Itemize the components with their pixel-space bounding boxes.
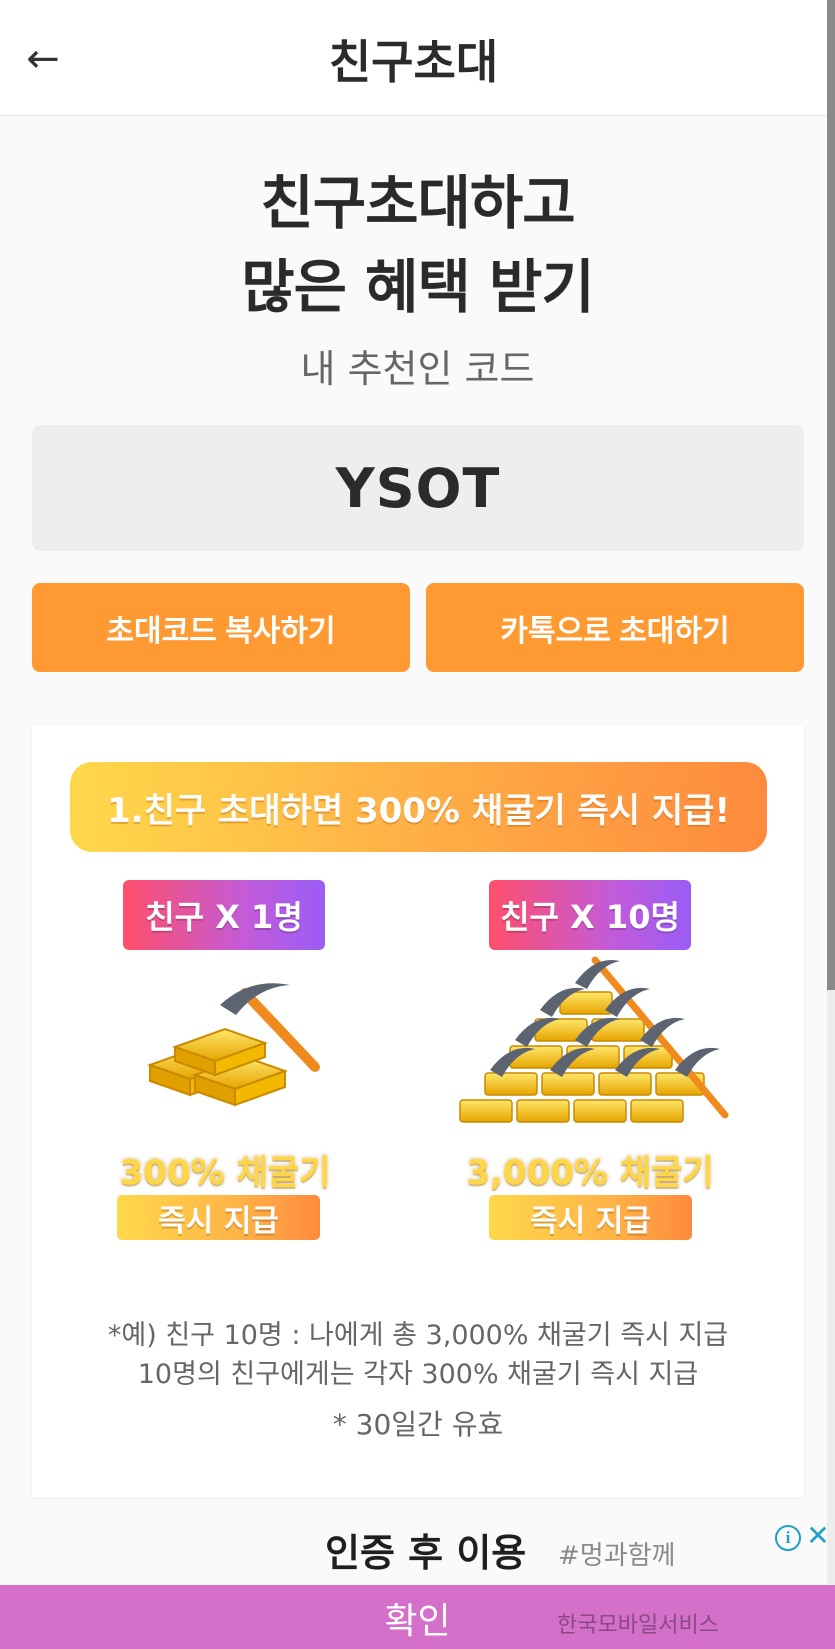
ad-info-icon[interactable]: i bbox=[775, 1525, 801, 1551]
page-title: 친구초대 bbox=[328, 35, 499, 89]
benefit-note-friends: 10명의 친구에게는 각자 300% 채굴기 즉시 지급 bbox=[137, 1359, 699, 1390]
ad-close-icon[interactable]: ✕ bbox=[804, 1521, 832, 1551]
tier-10-payout-badge: 즉시 지급 bbox=[489, 1195, 692, 1240]
ad-title[interactable]: 인증 후 이용 bbox=[325, 1522, 526, 1577]
hero-title-line2: 많은 혜택 받기 bbox=[241, 253, 595, 321]
gold-bars-pickaxe-icon bbox=[147, 983, 320, 1107]
app-header: ← 친구초대 bbox=[0, 0, 827, 116]
tier-10-reward-amount: 3,000% 채굴기 bbox=[466, 1153, 714, 1193]
benefit-note-example: *예) 친구 10명 : 나에게 총 3,000% 채굴기 즉시 지급 bbox=[107, 1320, 729, 1351]
referral-code-box[interactable]: YSOT bbox=[32, 425, 804, 551]
benefit-note-validity: * 30일간 유효 bbox=[332, 1408, 504, 1441]
ad-company-name: 한국모바일서비스 bbox=[557, 1613, 719, 1638]
tier-1-payout-badge: 즉시 지급 bbox=[117, 1195, 320, 1240]
copy-invite-code-button[interactable]: 초대코드 복사하기 bbox=[32, 583, 410, 672]
tier-1-reward-amount: 300% 채굴기 bbox=[119, 1153, 331, 1193]
tier-1-friends-badge: 친구 X 1명 bbox=[123, 880, 325, 950]
kakao-invite-button[interactable]: 카톡으로 초대하기 bbox=[426, 583, 804, 672]
scrollbar-thumb[interactable] bbox=[827, 0, 835, 990]
ad-hashtag: #멍과함께 bbox=[558, 1541, 676, 1571]
hero-title-line1: 친구초대하고 bbox=[260, 169, 575, 237]
referral-code-label: 내 추천인 코드 bbox=[300, 347, 535, 391]
gold-pile-pickaxes-icon bbox=[459, 956, 729, 1123]
benefit-banner: 1.친구 초대하면 300% 채굴기 즉시 지급! bbox=[70, 762, 767, 852]
tier-10-friends-badge: 친구 X 10명 bbox=[489, 880, 691, 950]
